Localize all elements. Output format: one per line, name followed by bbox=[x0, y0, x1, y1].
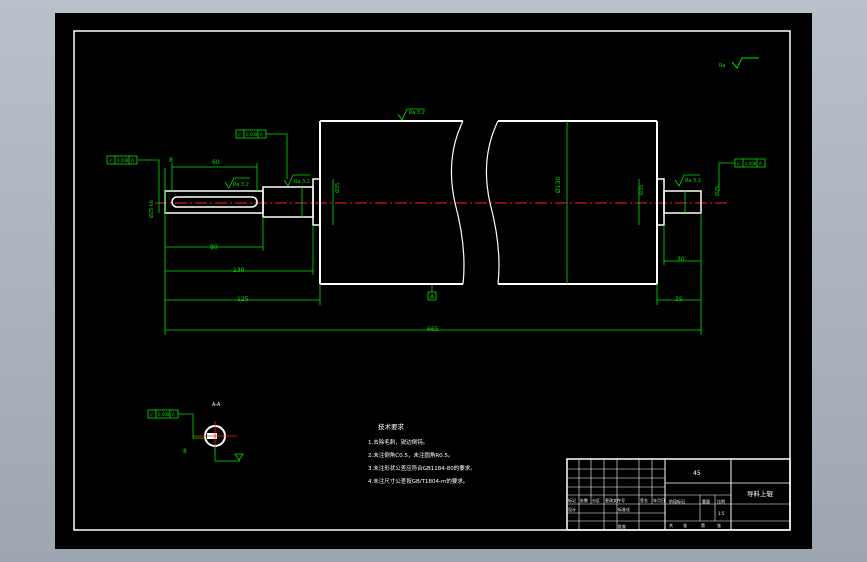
svg-text:重量: 重量 bbox=[702, 498, 710, 504]
svg-text:阶段标记: 阶段标记 bbox=[669, 498, 685, 504]
svg-text:80: 80 bbox=[210, 244, 218, 251]
svg-text:Ø35: Ø35 bbox=[638, 185, 645, 195]
svg-text:45: 45 bbox=[693, 470, 701, 477]
svg-text:665: 665 bbox=[427, 326, 439, 333]
svg-text:设计: 设计 bbox=[568, 506, 576, 512]
svg-text:1:5: 1:5 bbox=[718, 511, 725, 516]
tolerance-frame-left-shoulder: // 0.008 A bbox=[235, 129, 288, 179]
svg-text:标准化: 标准化 bbox=[618, 506, 630, 512]
svg-text:Ø25 k6: Ø25 k6 bbox=[148, 200, 155, 218]
svg-text:1.去除毛刺，锐边倒钝。: 1.去除毛刺，锐边倒钝。 bbox=[368, 438, 428, 446]
svg-text:Ra: Ra bbox=[719, 63, 725, 69]
svg-text:125: 125 bbox=[237, 296, 249, 303]
cad-drawing: Ra 60 80 130 125 665 30 35 8 Ø130 Ø35 Ø2… bbox=[73, 30, 791, 531]
svg-text:0.008: 0.008 bbox=[117, 158, 129, 163]
svg-text:8: 8 bbox=[169, 157, 173, 164]
svg-text:A-A: A-A bbox=[212, 402, 221, 408]
svg-text:A: A bbox=[131, 158, 134, 163]
technical-requirements: 技术要求 1.去除毛刺，锐边倒钝。 2.未注倒角C0.5，未注圆角R0.5。 3… bbox=[368, 422, 476, 485]
svg-text:技术要求: 技术要求 bbox=[378, 422, 405, 431]
svg-text:第: 第 bbox=[701, 522, 705, 528]
svg-text:共: 共 bbox=[669, 522, 673, 528]
svg-text:4.未注尺寸公差按GB/T1804-m的要求。: 4.未注尺寸公差按GB/T1804-m的要求。 bbox=[368, 477, 468, 485]
svg-text:0.008: 0.008 bbox=[246, 132, 258, 137]
svg-text:0.008: 0.008 bbox=[158, 412, 170, 417]
datum-a: A bbox=[427, 284, 437, 301]
svg-text:Ø25: Ø25 bbox=[714, 186, 721, 196]
svg-text:130: 130 bbox=[233, 267, 245, 274]
svg-text://: // bbox=[150, 412, 153, 417]
svg-text:分区: 分区 bbox=[592, 497, 600, 503]
svg-text:张: 张 bbox=[683, 522, 687, 528]
tolerance-frame-left-shaft: // 0.008 A bbox=[106, 155, 160, 191]
svg-text:Ra 3.2: Ra 3.2 bbox=[294, 179, 310, 185]
svg-text:标记: 标记 bbox=[568, 497, 576, 503]
svg-text:Ra 3.2: Ra 3.2 bbox=[409, 110, 425, 116]
drawing-viewport[interactable]: Ra 60 80 130 125 665 30 35 8 Ø130 Ø35 Ø2… bbox=[55, 13, 812, 549]
svg-text:年月日: 年月日 bbox=[653, 497, 665, 503]
keyway bbox=[171, 196, 258, 208]
svg-text:30: 30 bbox=[677, 256, 685, 263]
svg-text://: // bbox=[109, 158, 112, 163]
svg-text:8: 8 bbox=[183, 448, 187, 455]
svg-text:Ra 3.2: Ra 3.2 bbox=[233, 182, 249, 188]
svg-text:更改文件号: 更改文件号 bbox=[605, 497, 625, 503]
svg-text:签名: 签名 bbox=[640, 497, 648, 503]
svg-text:批准: 批准 bbox=[618, 523, 626, 529]
svg-text:Ø35: Ø35 bbox=[334, 183, 341, 193]
svg-text:A: A bbox=[759, 161, 762, 166]
svg-text://: // bbox=[737, 161, 740, 166]
svg-text:35: 35 bbox=[675, 296, 683, 303]
svg-text:Ra 3.2: Ra 3.2 bbox=[685, 178, 701, 184]
title-block: 45 导料上辊 标记 处数 分区 更改文件号 签名 年月日 设计 标准化 批准 … bbox=[566, 458, 791, 531]
svg-text:3.未注形状公差应符合GB1184-80的要求。: 3.未注形状公差应符合GB1184-80的要求。 bbox=[368, 464, 476, 472]
svg-text://: // bbox=[238, 132, 241, 137]
svg-text:60: 60 bbox=[212, 159, 220, 166]
svg-text:A: A bbox=[172, 412, 175, 417]
general-roughness: Ra bbox=[719, 57, 759, 69]
section-view: A-A // 0.008 A 8 bbox=[147, 402, 244, 462]
tolerance-frame-right-shaft: // 0.008 A bbox=[718, 158, 766, 191]
svg-text:A: A bbox=[260, 132, 263, 137]
svg-text:比例: 比例 bbox=[717, 498, 725, 504]
svg-text:张: 张 bbox=[717, 522, 721, 528]
svg-text:处数: 处数 bbox=[580, 497, 588, 503]
svg-text:0.008: 0.008 bbox=[745, 161, 757, 166]
svg-text:导料上辊: 导料上辊 bbox=[747, 489, 774, 498]
svg-text:Ø130: Ø130 bbox=[555, 177, 562, 193]
svg-text:2.未注倒角C0.5，未注圆角R0.5。: 2.未注倒角C0.5，未注圆角R0.5。 bbox=[368, 451, 453, 459]
